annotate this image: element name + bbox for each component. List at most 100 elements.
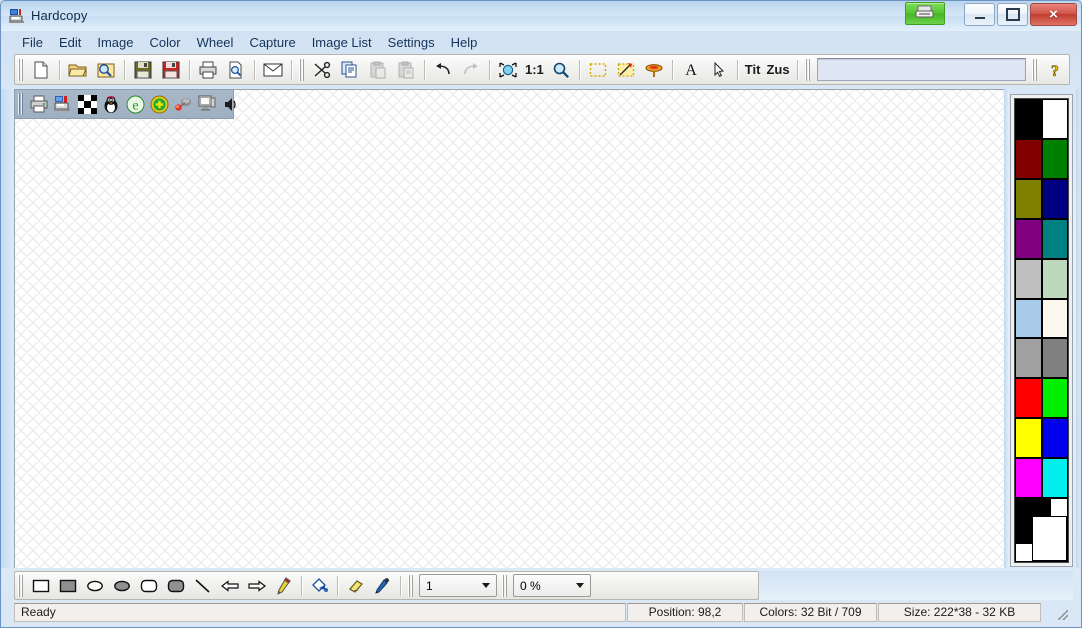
rounded-rect-filled-button[interactable] [162, 573, 189, 599]
arrow-left-button[interactable] [216, 573, 243, 599]
toolbar-grip[interactable] [17, 59, 24, 81]
toolbar-separator [737, 60, 738, 80]
browse-folder-button[interactable] [92, 56, 120, 83]
minimize-button[interactable] [964, 3, 995, 26]
palette-swatch[interactable] [1042, 458, 1069, 498]
palette-swatch[interactable] [1042, 338, 1069, 378]
copy-button[interactable] [336, 56, 364, 83]
palette-swatch[interactable] [1042, 299, 1069, 339]
window-controls: × [964, 3, 1077, 26]
palette-swatch[interactable] [1015, 418, 1042, 458]
palette-swatch[interactable] [1015, 139, 1042, 179]
save-as-icon [162, 61, 180, 79]
transparency-dropdown[interactable]: 0 % [513, 574, 591, 597]
balloon-button[interactable] [171, 92, 195, 116]
speaker-button[interactable] [219, 92, 243, 116]
palette-swatch[interactable] [1015, 219, 1042, 259]
help-button[interactable]: ? [1041, 56, 1069, 83]
ellipse-filled-button[interactable] [108, 573, 135, 599]
zoom-magnifier-button[interactable] [547, 56, 575, 83]
toolbar-grip[interactable] [17, 575, 24, 597]
paste-icon [369, 61, 387, 79]
monitor-button[interactable] [195, 92, 219, 116]
toolbar-grip[interactable] [17, 93, 24, 115]
line-width-dropdown[interactable]: 1 [419, 574, 497, 597]
green-plus-button[interactable] [147, 92, 171, 116]
text-tool-button[interactable]: A [677, 56, 705, 83]
pattern-button[interactable] [75, 92, 99, 116]
palette-swatch[interactable] [1042, 179, 1069, 219]
select-rect-button[interactable] [584, 56, 612, 83]
menu-item-image-list[interactable]: Image List [304, 33, 380, 52]
toolbar-separator [254, 60, 255, 80]
background-color-swatch[interactable] [1032, 516, 1067, 561]
stamp-button[interactable] [640, 56, 668, 83]
toolbar-grip[interactable] [298, 59, 305, 81]
ellipse-outline-button[interactable] [81, 573, 108, 599]
image-canvas[interactable] [14, 89, 1008, 568]
pointer-tool-button[interactable] [705, 56, 733, 83]
save-button[interactable] [129, 56, 157, 83]
menu-item-color[interactable]: Color [142, 33, 189, 52]
rectangle-filled-button[interactable] [54, 573, 81, 599]
paint-bucket-button[interactable] [306, 573, 333, 599]
internet-explorer-button[interactable]: e [123, 92, 147, 116]
menu-item-settings[interactable]: Settings [380, 33, 443, 52]
save-as-button[interactable] [157, 56, 185, 83]
qq-button[interactable] [99, 92, 123, 116]
palette-swatch[interactable] [1015, 179, 1042, 219]
print-preview-button[interactable] [222, 56, 250, 83]
palette-swatch[interactable] [1042, 219, 1069, 259]
toolbar-grip[interactable] [804, 59, 811, 81]
palette-swatch[interactable] [1042, 418, 1069, 458]
eraser-button[interactable] [342, 573, 369, 599]
menu-item-image[interactable]: Image [89, 33, 141, 52]
rounded-rect-outline-button[interactable] [135, 573, 162, 599]
print-button[interactable] [194, 56, 222, 83]
pointer-tool-icon [711, 61, 727, 78]
resize-grip-icon[interactable] [1042, 603, 1070, 622]
crop-button[interactable] [612, 56, 640, 83]
title-button[interactable]: Tit [742, 62, 764, 77]
palette-swatch[interactable] [1015, 299, 1042, 339]
foreground-background-swatch[interactable] [1015, 498, 1068, 562]
maximize-button[interactable] [997, 3, 1028, 26]
rectangle-filled-tool-icon [59, 579, 77, 593]
palette-swatch[interactable] [1015, 259, 1042, 299]
palette-swatch[interactable] [1015, 378, 1042, 418]
palette-swatch[interactable] [1015, 458, 1042, 498]
toolbar-grip[interactable] [501, 575, 508, 597]
arrow-right-button[interactable] [243, 573, 270, 599]
line-tool-icon [194, 578, 212, 594]
menu-item-capture[interactable]: Capture [241, 33, 303, 52]
undo-button[interactable] [429, 56, 457, 83]
palette-swatch[interactable] [1042, 139, 1069, 179]
new-file-button[interactable] [27, 56, 55, 83]
palette-swatch[interactable] [1042, 378, 1069, 418]
palette-swatch[interactable] [1042, 259, 1069, 299]
toolbar-grip[interactable] [1031, 59, 1038, 81]
zoom-fit-button[interactable] [494, 56, 522, 83]
open-folder-button[interactable] [64, 56, 92, 83]
close-button[interactable]: × [1030, 3, 1077, 26]
toolbar-separator [124, 60, 125, 80]
hardcopy-capture-button[interactable] [905, 2, 945, 25]
hardcopy-button[interactable] [51, 92, 75, 116]
rectangle-outline-button[interactable] [27, 573, 54, 599]
pencil-button[interactable] [270, 573, 297, 599]
extra-button[interactable]: Zus [763, 62, 792, 77]
palette-swatch[interactable] [1042, 99, 1069, 139]
eyedropper-button[interactable] [369, 573, 396, 599]
menu-item-file[interactable]: File [14, 33, 51, 52]
palette-swatch[interactable] [1015, 99, 1042, 139]
menu-item-help[interactable]: Help [443, 33, 486, 52]
palette-swatch[interactable] [1015, 338, 1042, 378]
cut-button[interactable] [308, 56, 336, 83]
toolbar-grip[interactable] [407, 575, 414, 597]
address-combo-input[interactable] [817, 58, 1026, 81]
line-button[interactable] [189, 573, 216, 599]
mail-button[interactable] [259, 56, 287, 83]
menu-item-edit[interactable]: Edit [51, 33, 89, 52]
printer-button[interactable] [27, 92, 51, 116]
menu-item-wheel[interactable]: Wheel [189, 33, 242, 52]
